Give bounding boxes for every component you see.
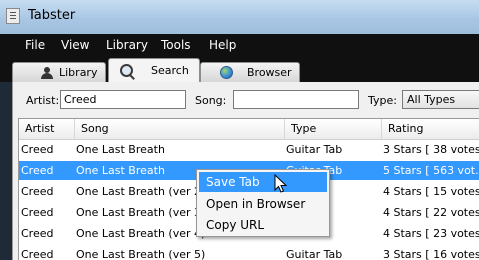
table-row[interactable]: Creed One Last Breath (ver 5) Guitar Tab… <box>19 245 479 260</box>
cell-artist: Creed <box>21 185 54 198</box>
tab-search[interactable]: Search <box>108 58 200 82</box>
artist-input[interactable]: Creed <box>60 90 186 109</box>
cell-rating: 4 Stars [ 22 votes ] <box>383 206 479 219</box>
cell-artist: Creed <box>21 143 54 156</box>
cell-artist: Creed <box>21 227 54 240</box>
menu-view[interactable]: View <box>61 38 89 52</box>
menu-library[interactable]: Library <box>106 38 148 52</box>
window-title: Tabster <box>28 8 76 23</box>
tab-library-label: Library <box>59 66 98 79</box>
artist-label: Artist: <box>26 94 60 107</box>
app-window: Tabster File View Library Tools Help Lib… <box>0 0 479 260</box>
cell-rating: 3 Stars [ 16 votes ] <box>383 248 479 260</box>
cell-rating: 4 Stars [ 23 votes ] <box>383 227 479 240</box>
cell-artist: Creed <box>21 206 54 219</box>
column-rating[interactable]: Rating <box>381 119 479 139</box>
column-artist[interactable]: Artist <box>19 119 74 139</box>
tab-browser-label: Browser <box>247 66 292 79</box>
column-song[interactable]: Song <box>74 119 284 139</box>
title-bar: Tabster <box>0 0 479 35</box>
menu-bar: File View Library Tools Help <box>0 34 479 58</box>
cell-song: One Last Breath (ver 3) <box>76 206 206 219</box>
tab-library[interactable]: Library <box>12 62 106 82</box>
cell-artist: Creed <box>21 164 54 177</box>
globe-icon <box>220 66 233 79</box>
cell-song: One Last Breath <box>76 143 165 156</box>
tab-browser[interactable]: Browser <box>200 62 300 82</box>
table-row[interactable]: Creed One Last Breath Guitar Tab 3 Stars… <box>19 140 479 159</box>
song-input[interactable] <box>233 90 359 109</box>
cell-type: Guitar Tab <box>286 143 343 156</box>
type-label: Type: <box>368 94 397 107</box>
cell-rating: 3 Stars [ 38 votes ] <box>383 143 479 156</box>
table-header: Artist Song Type Rating <box>19 119 479 140</box>
app-icon <box>6 8 20 24</box>
context-menu: Save Tab Open in Browser Copy URL <box>196 169 330 237</box>
tab-search-label: Search <box>151 64 189 77</box>
cell-song: One Last Breath (ver 4) <box>76 227 206 240</box>
cell-rating: 4 Stars [ 15 votes ] <box>383 185 479 198</box>
menu-file[interactable]: File <box>25 38 45 52</box>
tab-strip: Library Browser Search <box>0 58 479 82</box>
menu-tools[interactable]: Tools <box>161 38 191 52</box>
cell-type: Guitar Tab <box>286 248 343 260</box>
cell-song: One Last Breath (ver 2) <box>76 185 206 198</box>
cell-artist: Creed <box>21 248 54 260</box>
menu-copy-url[interactable]: Copy URL <box>199 215 327 235</box>
column-type[interactable]: Type <box>284 119 381 139</box>
type-select[interactable]: All Types <box>402 90 479 109</box>
cell-song: One Last Breath <box>76 164 165 177</box>
menu-help[interactable]: Help <box>209 38 236 52</box>
person-icon <box>41 67 53 79</box>
cell-rating: 5 Stars [ 563 vot... <box>383 164 479 177</box>
cell-song: One Last Breath (ver 5) <box>76 248 206 260</box>
search-icon <box>119 63 135 79</box>
mouse-cursor-icon <box>274 174 288 193</box>
menu-open-in-browser[interactable]: Open in Browser <box>199 194 327 214</box>
song-label: Song: <box>195 94 227 107</box>
menu-save-tab[interactable]: Save Tab <box>199 172 327 192</box>
